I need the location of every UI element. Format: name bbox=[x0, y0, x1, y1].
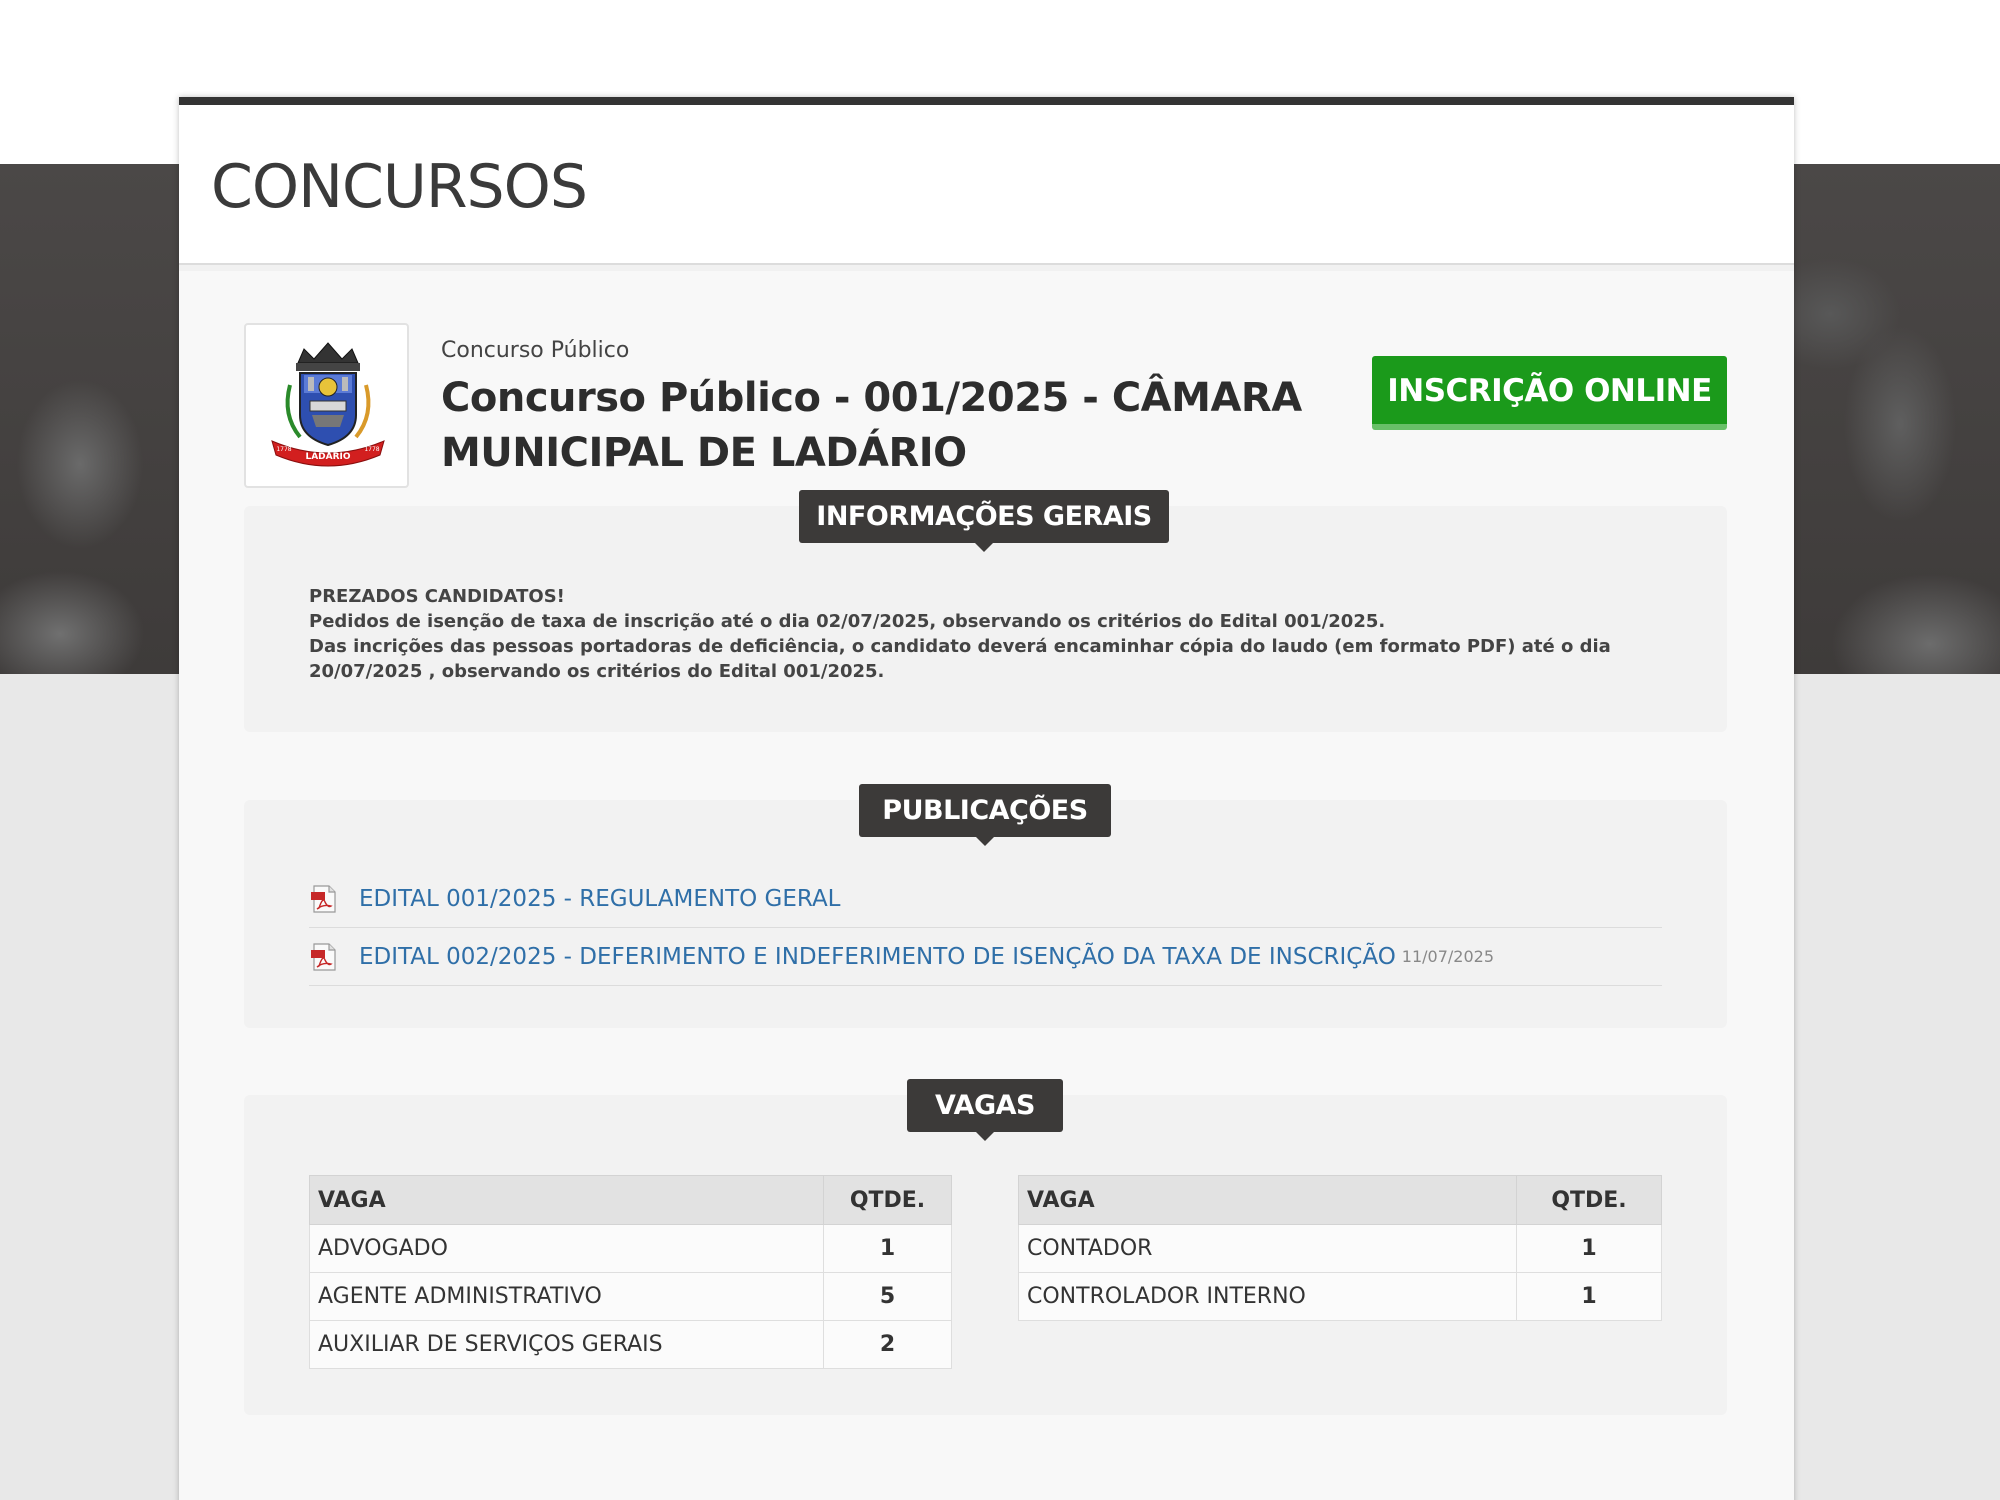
table-header-row: VAGA QTDE. bbox=[309, 1175, 952, 1225]
vacancies-table-right: VAGA QTDE. CONTADOR 1 CONTROLADOR INTERN… bbox=[1018, 1175, 1662, 1321]
publications-list: EDITAL 001/2025 - REGULAMENTO GERAL EDIT… bbox=[309, 870, 1662, 986]
contest-category: Concurso Público bbox=[441, 338, 630, 363]
vacancy-qty: 1 bbox=[1516, 1272, 1662, 1321]
column-header-vaga: VAGA bbox=[309, 1175, 824, 1225]
table-row: ADVOGADO 1 bbox=[309, 1224, 952, 1273]
page-header: CONCURSOS bbox=[179, 105, 1794, 265]
publication-item: EDITAL 002/2025 - DEFERIMENTO E INDEFERI… bbox=[309, 928, 1662, 986]
page-title: CONCURSOS bbox=[211, 152, 588, 222]
info-line: PREZADOS CANDIDATOS! bbox=[309, 586, 565, 607]
table-row: CONTADOR 1 bbox=[1018, 1224, 1662, 1273]
logo-ribbon-year-left: 1778 bbox=[276, 446, 291, 453]
publication-item: EDITAL 001/2025 - REGULAMENTO GERAL bbox=[309, 870, 1662, 928]
info-line: Das incrições das pessoas portadoras de … bbox=[309, 636, 1611, 682]
main-card: CONCURSOS LADÁRIO 1778 1778 Concurso Púb… bbox=[179, 97, 1794, 1500]
publications-heading: PUBLICAÇÕES bbox=[859, 784, 1111, 846]
logo-ribbon-year-right: 1778 bbox=[364, 446, 379, 453]
column-header-qtde: QTDE. bbox=[823, 1175, 952, 1225]
vacancies-table-left: VAGA QTDE. ADVOGADO 1 AGENTE ADMINISTRAT… bbox=[309, 1175, 952, 1369]
vacancy-name: AGENTE ADMINISTRATIVO bbox=[309, 1272, 824, 1321]
publications-section: PUBLICAÇÕES EDITAL 001/2025 - REGULAMENT… bbox=[244, 784, 1727, 1028]
table-row: AUXILIAR DE SERVIÇOS GERAIS 2 bbox=[309, 1320, 952, 1369]
column-header-vaga: VAGA bbox=[1018, 1175, 1517, 1225]
general-info-section: INFORMAÇÕES GERAIS PREZADOS CANDIDATOS! … bbox=[244, 490, 1727, 732]
contest-title: Concurso Público - 001/2025 - CÂMARA MUN… bbox=[441, 375, 1302, 476]
table-row: CONTROLADOR INTERNO 1 bbox=[1018, 1272, 1662, 1321]
coat-of-arms-icon: LADÁRIO 1778 1778 bbox=[271, 342, 385, 467]
pdf-icon bbox=[311, 884, 336, 913]
vacancies-section: VAGAS VAGA QTDE. ADVOGADO 1 AGENTE ADMIN… bbox=[244, 1079, 1727, 1415]
vacancy-name: AUXILIAR DE SERVIÇOS GERAIS bbox=[309, 1320, 824, 1369]
vacancy-name: CONTADOR bbox=[1018, 1224, 1517, 1273]
vacancies-heading: VAGAS bbox=[907, 1079, 1063, 1141]
general-info-text: PREZADOS CANDIDATOS! Pedidos de isenção … bbox=[309, 584, 1669, 684]
column-header-qtde: QTDE. bbox=[1516, 1175, 1662, 1225]
vacancy-qty: 1 bbox=[823, 1224, 952, 1273]
vacancy-qty: 1 bbox=[1516, 1224, 1662, 1273]
vacancy-name: ADVOGADO bbox=[309, 1224, 824, 1273]
vacancy-name: CONTROLADOR INTERNO bbox=[1018, 1272, 1517, 1321]
vacancy-qty: 2 bbox=[823, 1320, 952, 1369]
publication-link[interactable]: EDITAL 001/2025 - REGULAMENTO GERAL bbox=[359, 886, 841, 912]
contest-logo: LADÁRIO 1778 1778 bbox=[244, 323, 409, 488]
table-row: AGENTE ADMINISTRATIVO 5 bbox=[309, 1272, 952, 1321]
contest-body: LADÁRIO 1778 1778 Concurso Público Concu… bbox=[179, 265, 1794, 1500]
general-info-heading: INFORMAÇÕES GERAIS bbox=[799, 490, 1169, 552]
online-registration-button[interactable]: INSCRIÇÃO ONLINE bbox=[1372, 356, 1727, 430]
publication-date: 11/07/2025 bbox=[1401, 947, 1495, 966]
info-line: Pedidos de isenção de taxa de inscrição … bbox=[309, 611, 1386, 632]
logo-ribbon-text: LADÁRIO bbox=[305, 450, 350, 462]
publication-link[interactable]: EDITAL 002/2025 - DEFERIMENTO E INDEFERI… bbox=[359, 944, 1396, 970]
pdf-icon bbox=[311, 942, 336, 971]
table-header-row: VAGA QTDE. bbox=[1018, 1175, 1662, 1225]
vacancy-qty: 5 bbox=[823, 1272, 952, 1321]
